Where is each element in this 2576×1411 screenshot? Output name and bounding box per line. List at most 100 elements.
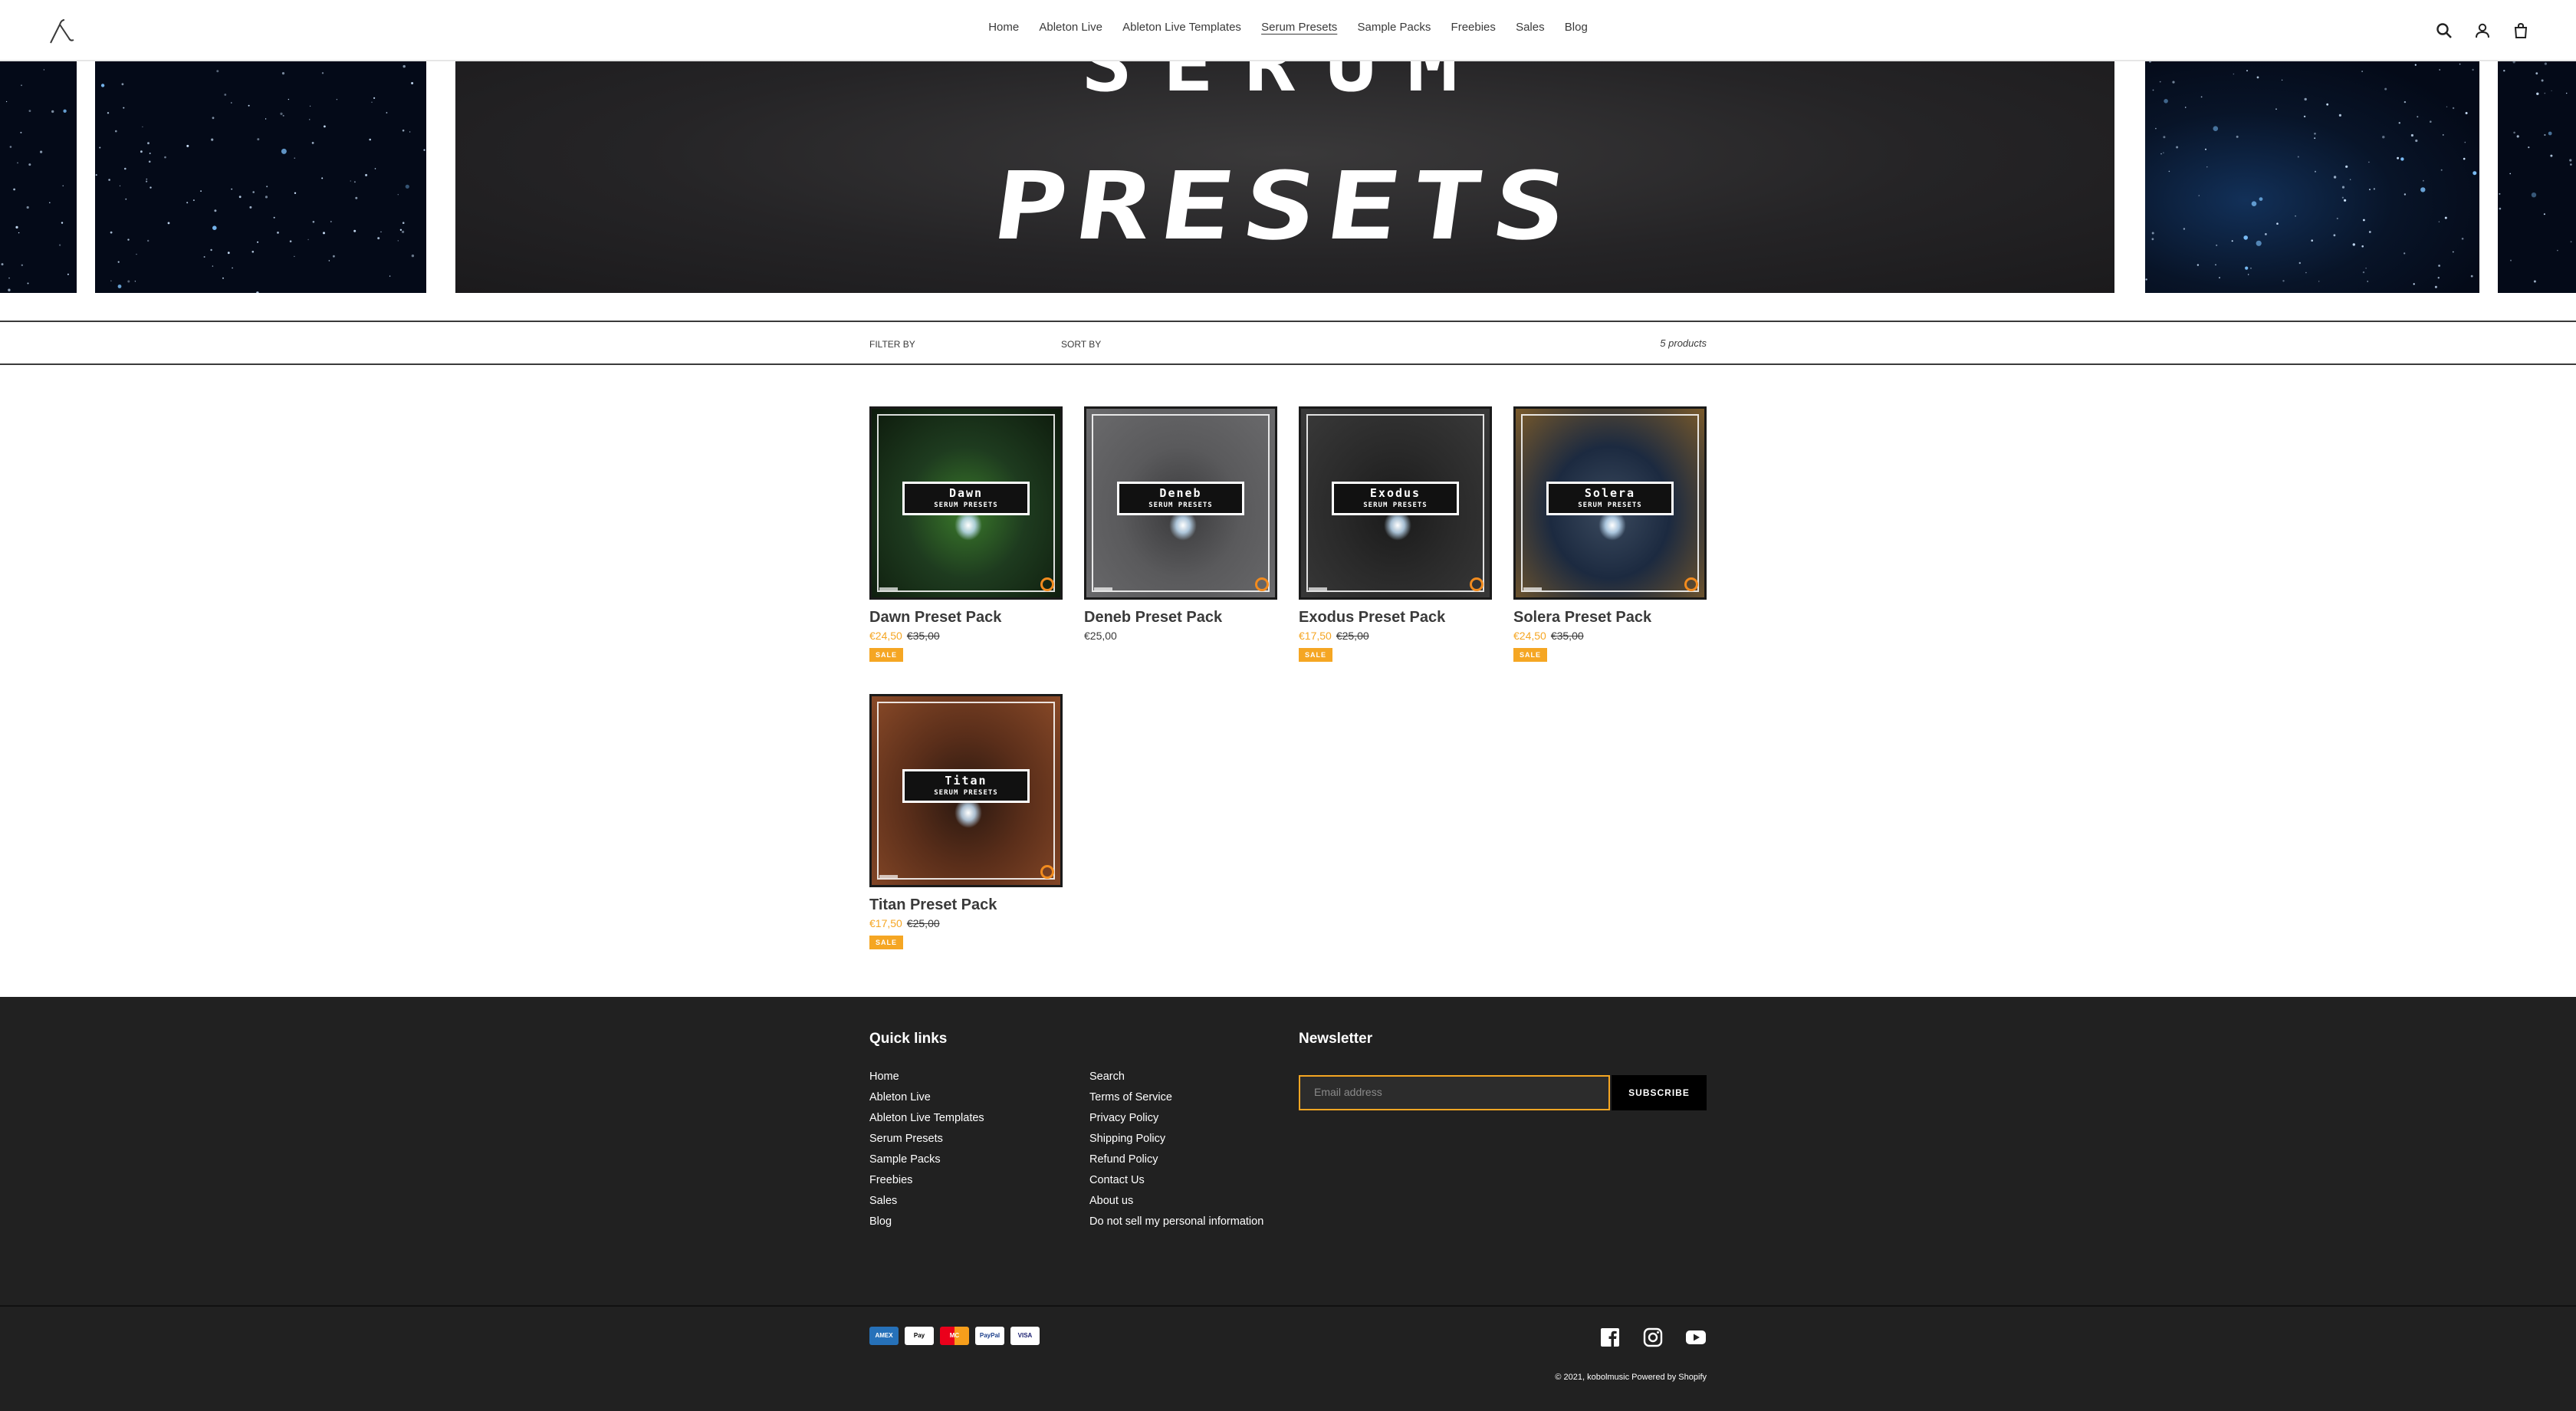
cover-subtitle: SERUM PRESETS [1578,502,1642,509]
copyright-text: © 2021, kobolmusic Powered by Shopify [1555,1373,1707,1382]
cover-name: Exodus [1369,486,1421,500]
header-actions [2435,21,2530,40]
cover-title-box: Exodus SERUM PRESETS [1332,482,1459,515]
sale-badge: SALE [869,936,904,949]
nav-sales[interactable]: Sales [1516,21,1545,34]
nav-sample-packs[interactable]: Sample Packs [1357,21,1431,34]
footer-link[interactable]: Search [1089,1071,1263,1091]
footer-link[interactable]: Do not sell my personal information [1089,1215,1263,1236]
instagram-icon[interactable] [1642,1327,1664,1348]
brand-badge-icon [1684,577,1698,591]
star-field [2499,61,2572,283]
footer-link[interactable]: Terms of Service [1089,1091,1263,1112]
footer-link[interactable]: Sample Packs [869,1153,984,1174]
footer-link[interactable]: Contact Us [1089,1174,1263,1195]
footer-link[interactable]: Shipping Policy [1089,1133,1263,1153]
cover-subtitle: SERUM PRESETS [934,789,998,797]
cover-label-mark [1309,587,1327,590]
cover-title-box: Titan SERUM PRESETS [902,769,1030,803]
quick-links-col-2: Search Terms of Service Privacy Policy Ship… [1089,1071,1263,1236]
quick-links-title: Quick links [869,1031,948,1047]
facebook-icon[interactable] [1599,1327,1621,1348]
footer-link[interactable]: Serum Presets [869,1133,984,1153]
newsletter-title: Newsletter [1299,1031,1373,1047]
footer-link[interactable]: Ableton Live [869,1091,984,1112]
product-price: €24,50 €35,00 [1513,630,1707,642]
quick-links-col-1: Home Ableton Live Ableton Live Templates Se… [869,1071,984,1236]
product-image[interactable]: Exodus SERUM PRESETS [1299,406,1492,600]
sort-by-label[interactable]: SORT BY [1061,339,1101,350]
cover-subtitle: SERUM PRESETS [934,502,998,509]
sale-badge: SALE [1299,648,1333,662]
product-card[interactable]: Dawn SERUM PRESETS Dawn Preset Pack €24,… [869,406,1063,662]
sale-price: €17,50 [1299,630,1332,642]
product-price: €25,00 [1084,630,1277,642]
product-price: €24,50 €35,00 [869,630,1063,642]
nav-serum-presets[interactable]: Serum Presets [1261,21,1337,34]
cover-title-box: Dawn SERUM PRESETS [902,482,1030,515]
original-price: €25,00 [1336,630,1369,642]
product-card[interactable]: Deneb SERUM PRESETS Deneb Preset Pack €2… [1084,406,1277,642]
regular-price: €25,00 [1084,630,1117,642]
filter-bar: FILTER BY SORT BY 5 products [0,321,2576,365]
product-card[interactable]: Titan SERUM PRESETS Titan Preset Pack €1… [869,694,1063,949]
product-price: €17,50 €25,00 [869,917,1063,929]
email-field[interactable]: Email address [1299,1075,1610,1110]
star-field [95,64,426,293]
footer-link[interactable]: Blog [869,1215,984,1236]
product-image[interactable]: Dawn SERUM PRESETS [869,406,1063,600]
product-title[interactable]: Dawn Preset Pack [869,609,1063,627]
sale-badge: SALE [869,648,904,662]
brand-badge-icon [1040,577,1054,591]
cover-name: Dawn [948,486,984,500]
payment-icons: AMEX Pay MC PayPal VISA [869,1327,1040,1345]
product-image[interactable]: Solera SERUM PRESETS [1513,406,1707,600]
product-card[interactable]: Solera SERUM PRESETS Solera Preset Pack … [1513,406,1707,662]
footer-divider [0,1305,2576,1307]
footer-link[interactable]: Sales [869,1195,984,1215]
search-icon[interactable] [2435,21,2453,40]
paypal-icon: PayPal [975,1327,1004,1345]
sale-badge: SALE [1513,648,1548,662]
star-field [2145,61,2477,288]
product-title[interactable]: Deneb Preset Pack [1084,609,1277,627]
footer-link[interactable]: About us [1089,1195,1263,1215]
cover-name: Titan [945,774,987,788]
nav-ableton-live[interactable]: Ableton Live [1039,21,1102,34]
product-image[interactable]: Titan SERUM PRESETS [869,694,1063,887]
nav-freebies[interactable]: Freebies [1451,21,1496,34]
amex-icon: AMEX [869,1327,899,1345]
cover-name: Deneb [1159,486,1202,500]
footer-link[interactable]: Ableton Live Templates [869,1112,984,1133]
product-title[interactable]: Solera Preset Pack [1513,609,1707,627]
sale-price: €17,50 [869,917,902,929]
nav-home[interactable]: Home [988,21,1019,34]
hero-star-panel [0,61,77,293]
original-price: €35,00 [906,630,940,642]
subscribe-button[interactable]: SUBSCRIBE [1612,1075,1707,1110]
nav-blog[interactable]: Blog [1565,21,1588,34]
product-title[interactable]: Titan Preset Pack [869,896,1063,914]
mastercard-icon: MC [940,1327,969,1345]
product-price: €17,50 €25,00 [1299,630,1492,642]
product-image[interactable]: Deneb SERUM PRESETS [1084,406,1277,600]
brand-badge-icon [1040,865,1054,879]
hero-star-panel [95,61,426,293]
cover-label-mark [1094,587,1112,590]
sale-price: €24,50 [1513,630,1546,642]
product-title[interactable]: Exodus Preset Pack [1299,609,1492,627]
nav-ableton-live-templates[interactable]: Ableton Live Templates [1122,21,1241,34]
original-price: €35,00 [1550,630,1584,642]
product-card[interactable]: Exodus SERUM PRESETS Exodus Preset Pack … [1299,406,1492,662]
footer-link[interactable]: Refund Policy [1089,1153,1263,1174]
footer-link[interactable]: Freebies [869,1174,984,1195]
hero-star-panel [2145,61,2479,293]
cart-icon[interactable] [2512,21,2530,40]
cover-subtitle: SERUM PRESETS [1363,502,1428,509]
footer-link[interactable]: Privacy Policy [1089,1112,1263,1133]
cover-name: Solera [1584,486,1636,500]
account-icon[interactable] [2473,21,2492,40]
footer-link[interactable]: Home [869,1071,984,1091]
filter-by-label[interactable]: FILTER BY [869,339,915,350]
youtube-icon[interactable] [1685,1327,1707,1348]
